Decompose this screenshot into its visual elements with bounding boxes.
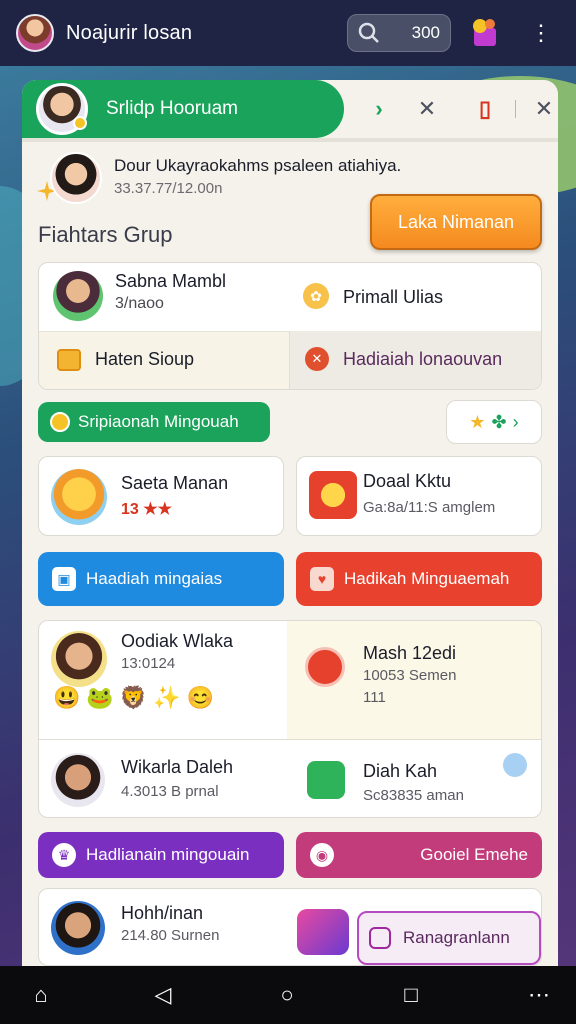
emoji-row: 😃🐸🦁✨😊 xyxy=(53,685,220,710)
close-panel-icon[interactable]: ✕ xyxy=(529,94,558,124)
primary-cta-button[interactable]: Laka Nimanan xyxy=(370,194,542,250)
profile-avatar[interactable] xyxy=(36,83,88,135)
bookmark-icon[interactable]: ▯ xyxy=(470,94,500,124)
person-avatar[interactable] xyxy=(51,631,107,687)
chevron-right-icon[interactable]: › xyxy=(364,94,394,124)
badge-icon: ✿ xyxy=(303,283,329,309)
search-icon xyxy=(358,22,379,43)
home-icon[interactable]: ⌂ xyxy=(26,980,56,1010)
instagram-button-label: Ranagranlann xyxy=(403,928,510,947)
character-avatar xyxy=(51,469,107,525)
list-icon xyxy=(57,349,81,371)
gift-icon[interactable] xyxy=(468,16,502,50)
back-icon[interactable]: ◁ xyxy=(148,980,178,1010)
sprout-icon: ✤ xyxy=(491,411,507,432)
puzzle-icon xyxy=(307,761,345,799)
person-name: Hohh/inan xyxy=(121,903,204,923)
notice-avatar xyxy=(50,152,102,204)
notice-timestamp: 33.37.77/12.00n xyxy=(114,180,223,197)
person-avatar[interactable] xyxy=(51,901,105,955)
camera-icon: ◉ xyxy=(310,843,334,867)
status-dot xyxy=(503,753,527,777)
social-button[interactable]: ◉ Gooiel Emehe xyxy=(296,832,542,878)
weekly-reward-label: Hadikah Minguaemah xyxy=(344,569,510,588)
weekly-prize-button[interactable]: ♛ Hadlianain mingouain xyxy=(38,832,284,878)
star-badge-icon xyxy=(309,471,357,519)
person-sub: 10053 Semen xyxy=(363,667,457,684)
person-sub: 4.3013 B prnal xyxy=(121,783,219,800)
close-icon[interactable]: ✕ xyxy=(412,94,442,124)
person-sub: 214.80 Surnen xyxy=(121,927,220,944)
person-name: Diah Kah xyxy=(363,761,438,781)
user-score: 13 ★★ xyxy=(121,501,172,518)
weekly-reward-button[interactable]: ♥ Hadikah Minguaemah xyxy=(296,552,542,606)
status-dot xyxy=(73,116,87,130)
gift-box-icon: ▣ xyxy=(52,567,76,591)
main-panel: Srlidp Hooruam › ✕ ▯ ✕ Dour Ukayraokahms… xyxy=(22,80,558,966)
app-avatar[interactable] xyxy=(16,14,54,52)
search-box[interactable]: 300 xyxy=(347,14,451,52)
last-row-card: Hohh/inan 214.80 Surnen Ranagranlann xyxy=(38,888,542,966)
member-name: Sabna Mambl xyxy=(115,271,227,291)
reward-card[interactable]: Doaal Kktu Ga:8a/11:S amglem xyxy=(296,456,542,536)
home-badge-icon[interactable] xyxy=(297,909,349,955)
camera-outline-icon xyxy=(369,927,391,949)
list-divider xyxy=(39,739,541,740)
person-name: Oodiak Wlaka xyxy=(121,631,234,651)
weekly-gift-button[interactable]: ▣ Haadiah mingaias xyxy=(38,552,284,606)
top-app-bar: Noajurir losan 300 ⋮ xyxy=(0,0,576,66)
trophy-icon: ♛ xyxy=(52,843,76,867)
person-sub: 13:0124 xyxy=(121,655,176,672)
timer-icon xyxy=(305,647,345,687)
panel-title: Srlidp Hooruam xyxy=(106,98,238,119)
group-item-1[interactable]: Primall Ulias xyxy=(343,287,443,308)
reward-sub: Ga:8a/11:S amglem xyxy=(363,499,496,516)
user-card[interactable]: Saeta Manan 13 ★★ xyxy=(38,456,284,536)
more-icon[interactable]: ⋯ xyxy=(524,980,554,1010)
weekly-gift-label: Haadiah mingaias xyxy=(86,569,223,588)
recents-icon[interactable]: □ xyxy=(396,980,426,1010)
divider xyxy=(22,138,558,142)
weekly-prize-label: Hadlianain mingouain xyxy=(86,845,250,864)
group-box: Sabna Mambl 3/naoo ✿ Primall Ulias Haten… xyxy=(38,262,542,390)
notice-text: Dour Ukayraokahms psaleen atiahiya. xyxy=(114,156,402,175)
more-options-icon[interactable]: ⋮ xyxy=(530,18,552,48)
tag-icon: ✕ xyxy=(305,347,329,371)
group-item-3[interactable]: Hadiaiah lonaouvan xyxy=(343,349,502,370)
star-chip[interactable]: ★ ✤ › xyxy=(446,400,542,444)
person-name: Wikarla Daleh xyxy=(121,757,234,777)
system-nav-bar: ⌂ ◁ ○ □ ⋯ xyxy=(0,966,576,1024)
divider xyxy=(515,100,516,118)
weekly-pill-label: Sripiaonah Mingouah xyxy=(78,412,239,431)
instagram-button[interactable]: Ranagranlann xyxy=(357,911,541,965)
person-name: Mash 12edi xyxy=(363,643,457,663)
social-button-label: Gooiel Emehe xyxy=(420,845,528,864)
heart-shield-icon: ♥ xyxy=(310,567,334,591)
user-name: Saeta Manan xyxy=(121,473,229,493)
section-title: Fiahtars Grup xyxy=(38,222,173,247)
app-title: Noajurir losan xyxy=(66,21,193,44)
shield-icon xyxy=(50,412,70,432)
person-avatar[interactable] xyxy=(51,753,105,807)
people-list: Oodiak Wlaka 13:0124 😃🐸🦁✨😊 Mash 12edi 10… xyxy=(38,620,542,818)
reward-name: Doaal Kktu xyxy=(363,471,452,491)
member-avatar[interactable] xyxy=(53,271,103,321)
person-sub-extra: 111 xyxy=(363,689,386,706)
search-count: 300 xyxy=(411,23,440,42)
person-sub: Sc83835 aman xyxy=(363,787,464,804)
group-item-2[interactable]: Haten Sioup xyxy=(95,349,194,370)
circle-home-icon[interactable]: ○ xyxy=(272,980,302,1010)
weekly-pill[interactable]: Sripiaonah Mingouah xyxy=(38,402,270,442)
chevron-right-icon: › xyxy=(512,411,519,432)
star-icon: ★ xyxy=(469,411,486,432)
member-sub: 3/naoo xyxy=(115,295,164,312)
panel-header[interactable]: Srlidp Hooruam xyxy=(22,80,344,138)
header-actions: › ✕ ▯ ✕ xyxy=(344,80,558,138)
